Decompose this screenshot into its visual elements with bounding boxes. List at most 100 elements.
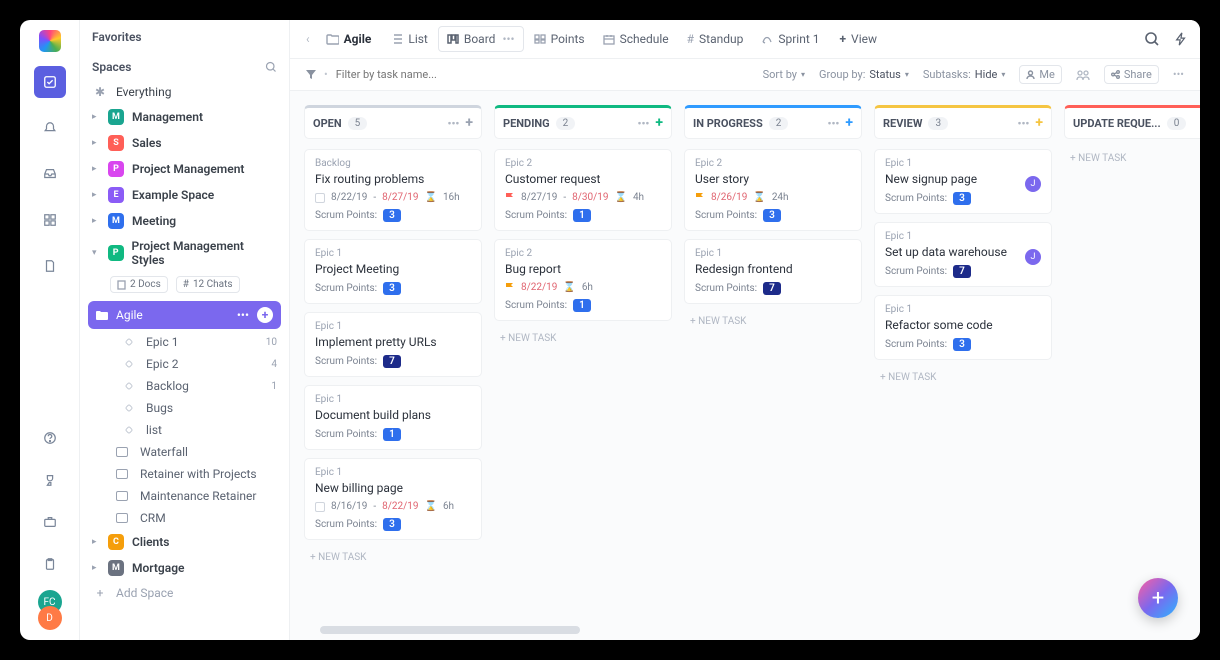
subtasks-toggle[interactable]: Subtasks: Hide ▾ (923, 68, 1006, 81)
sidebar-spaces-header: Spaces (80, 50, 289, 80)
column-add-icon[interactable]: + (465, 115, 473, 131)
new-task-button[interactable]: + NEW TASK (304, 548, 482, 567)
sidebar-space[interactable]: ▸MMeeting (80, 208, 289, 234)
board-column: OPEN5 ••• + BacklogFix routing problems … (304, 105, 482, 626)
docs-pill[interactable]: 2 Docs (110, 276, 168, 293)
sidebar-list-item[interactable]: Epic 24 (114, 353, 289, 375)
column-add-icon[interactable]: + (655, 115, 663, 131)
bolt-icon[interactable] (1174, 31, 1188, 47)
filter-input[interactable] (336, 68, 486, 81)
task-card[interactable]: Epic 2User story 8/26/19 ⌛ 24h Scrum Poi… (684, 149, 862, 231)
sidebar-everything[interactable]: ✱ Everything (80, 80, 289, 104)
view-tab-points[interactable]: Points (526, 26, 593, 52)
board-column: IN PROGRESS2 ••• + Epic 2User story 8/26… (684, 105, 862, 626)
rail-notifications-icon[interactable] (34, 112, 66, 144)
sort-by[interactable]: Sort by ▾ (763, 68, 805, 81)
rail-help-icon[interactable] (34, 422, 66, 454)
me-filter[interactable]: Me (1019, 65, 1061, 84)
add-space[interactable]: +Add Space (80, 581, 289, 605)
assignee-avatar[interactable]: J (1025, 176, 1041, 192)
app-logo[interactable] (39, 30, 61, 52)
rail-docs-icon[interactable] (34, 250, 66, 282)
new-task-button[interactable]: + NEW TASK (1064, 149, 1200, 168)
column-menu-icon[interactable]: ••• (448, 117, 460, 130)
task-card[interactable]: Epic 2Bug report 8/22/19 ⌛ 6h Scrum Poin… (494, 239, 672, 321)
dots-icon[interactable]: ••• (237, 308, 249, 322)
assignees-icon[interactable] (1076, 70, 1090, 80)
filterbar: • Sort by ▾ Group by: Status ▾ Subtasks:… (290, 59, 1200, 91)
sidebar-list-item[interactable]: Bugs (114, 397, 289, 419)
new-task-button[interactable]: + NEW TASK (494, 329, 672, 348)
view-tab-sprint 1[interactable]: Sprint 1 (753, 26, 827, 52)
sidebar-list-item[interactable]: Epic 110 (114, 331, 289, 353)
board-column: UPDATE REQUE...0 ••• + + NEW TASK (1064, 105, 1200, 626)
view-tab-schedule[interactable]: Schedule (595, 26, 677, 52)
main: ‹ Agile ListBoard•••PointsSchedule#Stand… (290, 20, 1200, 640)
column-header: OPEN5 ••• + (304, 105, 482, 139)
chats-pill[interactable]: #12 Chats (176, 276, 240, 293)
column-header: IN PROGRESS2 ••• + (684, 105, 862, 139)
rail-work-icon[interactable] (34, 506, 66, 538)
column-header: UPDATE REQUE...0 ••• + (1064, 105, 1200, 139)
column-add-icon[interactable]: + (1035, 115, 1043, 131)
sidebar-folder[interactable]: Retainer with Projects (104, 463, 289, 485)
sidebar-folder[interactable]: Maintenance Retainer (104, 485, 289, 507)
search-icon[interactable] (1144, 31, 1160, 47)
column-menu-icon[interactable]: ••• (1018, 117, 1030, 130)
sidebar-space[interactable]: ▸SSales (80, 130, 289, 156)
sidebar-space[interactable]: ▸MManagement (80, 104, 289, 130)
plus-icon[interactable]: + (257, 307, 273, 323)
task-card[interactable]: Epic 1New signup pageJ Scrum Points:3 (874, 149, 1052, 214)
column-add-icon[interactable]: + (845, 115, 853, 131)
breadcrumb-folder[interactable]: Agile (318, 27, 380, 51)
sidebar-space[interactable]: ▸PProject Management (80, 156, 289, 182)
task-card[interactable]: Epic 1New billing page 8/16/19 - 8/22/19… (304, 458, 482, 540)
view-tab-board[interactable]: Board••• (438, 26, 524, 52)
board-column: REVIEW3 ••• + Epic 1New signup pageJ Scr… (874, 105, 1052, 626)
task-card[interactable]: BacklogFix routing problems 8/22/19 - 8/… (304, 149, 482, 231)
column-menu-icon[interactable]: ••• (828, 117, 840, 130)
column-menu-icon[interactable]: ••• (638, 117, 650, 130)
task-card[interactable]: Epic 1Redesign frontend Scrum Points:7 (684, 239, 862, 304)
sidebar-list-item[interactable]: Backlog1 (114, 375, 289, 397)
rail-dashboards-icon[interactable] (34, 204, 66, 236)
more-icon[interactable]: ••• (1173, 68, 1184, 81)
rail-clipboard-icon[interactable] (34, 548, 66, 580)
sidebar-list-item[interactable]: list (114, 419, 289, 441)
task-card[interactable]: Epic 1Set up data warehouseJ Scrum Point… (874, 222, 1052, 287)
collapse-sidebar-icon[interactable]: ‹ (302, 32, 314, 46)
sidebar-space[interactable]: ▸EExample Space (80, 182, 289, 208)
column-header: PENDING2 ••• + (494, 105, 672, 139)
filter-icon[interactable] (306, 70, 316, 80)
board: OPEN5 ••• + BacklogFix routing problems … (290, 91, 1200, 640)
nav-rail: FCD (20, 20, 80, 640)
group-by[interactable]: Group by: Status ▾ (819, 68, 909, 81)
view-tab-list[interactable]: List (383, 26, 436, 52)
new-task-button[interactable]: + NEW TASK (684, 312, 862, 331)
share-button[interactable]: Share (1104, 65, 1159, 84)
task-card[interactable]: Epic 1Project Meeting Scrum Points:3 (304, 239, 482, 304)
horizontal-scrollbar[interactable] (320, 626, 580, 634)
sidebar-folder-agile[interactable]: Agile •••+ (88, 301, 281, 329)
search-icon[interactable] (265, 61, 277, 73)
user-avatar[interactable]: D (38, 606, 62, 630)
sidebar-space[interactable]: ▸MMortgage (80, 555, 289, 581)
sidebar-folder[interactable]: Waterfall (104, 441, 289, 463)
task-card[interactable]: Epic 2Customer request 8/27/19 - 8/30/19… (494, 149, 672, 231)
sidebar-space[interactable]: ▸CClients (80, 529, 289, 555)
add-view-button[interactable]: +View (832, 27, 886, 51)
task-card[interactable]: Epic 1Implement pretty URLs Scrum Points… (304, 312, 482, 377)
rail-inbox-icon[interactable] (34, 158, 66, 190)
task-card[interactable]: Epic 1Refactor some code Scrum Points:3 (874, 295, 1052, 360)
topbar: ‹ Agile ListBoard•••PointsSchedule#Stand… (290, 20, 1200, 59)
new-task-button[interactable]: + NEW TASK (874, 368, 1052, 387)
sidebar-favorites-header[interactable]: Favorites (80, 20, 289, 50)
task-card[interactable]: Epic 1Document build plans Scrum Points:… (304, 385, 482, 450)
rail-goals-icon[interactable] (34, 464, 66, 496)
rail-home-icon[interactable] (34, 66, 66, 98)
sidebar-space-pms[interactable]: ▾ P Project Management Styles (80, 234, 289, 272)
sidebar-folder[interactable]: CRM (104, 507, 289, 529)
assignee-avatar[interactable]: J (1025, 249, 1041, 265)
fab-create[interactable]: + (1138, 578, 1178, 618)
view-tab-standup[interactable]: #Standup (679, 26, 752, 52)
